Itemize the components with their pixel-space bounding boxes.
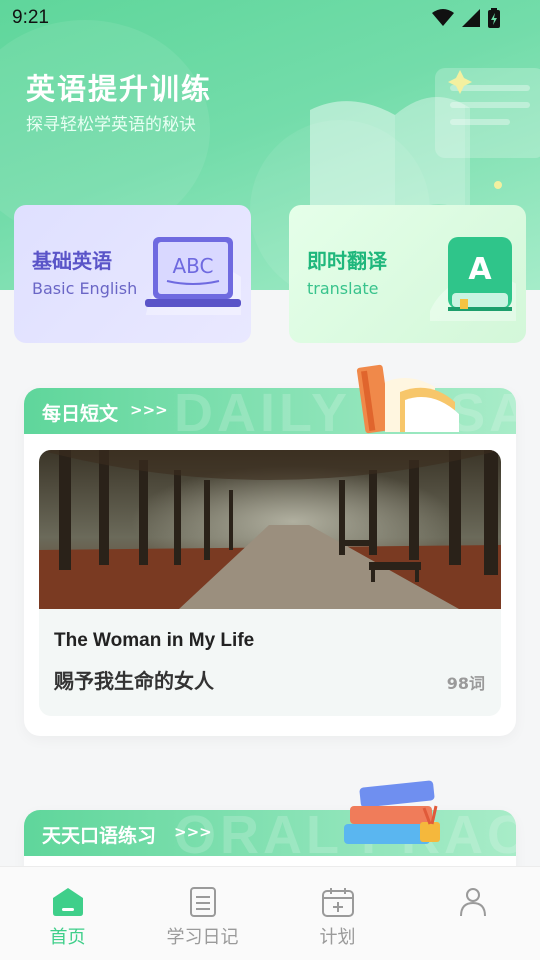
page-title: 英语提升训练 [26,72,213,106]
section-title: 每日短文 [42,403,119,425]
card-title: 基础英语 [32,249,112,273]
essay-title-cn: 赐予我生命的女人 [54,669,214,693]
svg-text:ABC: ABC [172,254,213,278]
signal-icon [462,9,480,27]
nav-home[interactable]: 首页 [0,867,135,960]
calendar-icon [321,888,354,917]
page-subtitle: 探寻轻松学英语的秘诀 [26,115,196,135]
nav-label: 计划 [319,927,356,948]
books-illustration [356,364,459,434]
diary-icon [189,887,216,917]
nav-plan[interactable]: 计划 [270,867,405,960]
book-a-icon: A [430,237,516,321]
wifi-icon [432,9,454,26]
daily-essay-section: DAILY ESSAY 每日短文 >>> [24,388,516,736]
profile-icon [459,888,486,917]
card-subtitle: translate [307,279,379,298]
essay-thumbnail [39,450,501,609]
svg-text:A: A [468,252,492,287]
section-title: 天天口语练习 [42,825,157,847]
more-arrows: >>> [174,823,212,841]
home-icon [52,888,83,916]
book-stack-illustration [344,780,440,844]
essay-title-en: The Woman in My Life [54,630,255,651]
nav-label: 首页 [49,927,86,948]
essay-item[interactable]: The Woman in My Life 赐予我生命的女人 98词 [39,450,501,716]
battery-icon [488,8,500,28]
status-bar: 9:21 [0,0,540,36]
nav-label: 学习日记 [166,927,239,948]
basic-english-card[interactable]: 基础英语 Basic English ABC [14,205,251,343]
translate-card[interactable]: 即时翻译 translate A [289,205,526,343]
status-time: 9:21 [12,7,49,28]
bottom-nav: 首页 学习日记 计划 [0,866,540,960]
card-subtitle: Basic English [32,279,138,298]
card-title: 即时翻译 [307,249,387,273]
word-count: 98词 [446,674,485,693]
nav-diary[interactable]: 学习日记 [135,867,270,960]
nav-profile[interactable] [405,867,540,960]
laptop-abc-icon: ABC [145,237,241,315]
more-arrows: >>> [130,401,168,419]
status-icons [432,8,500,28]
